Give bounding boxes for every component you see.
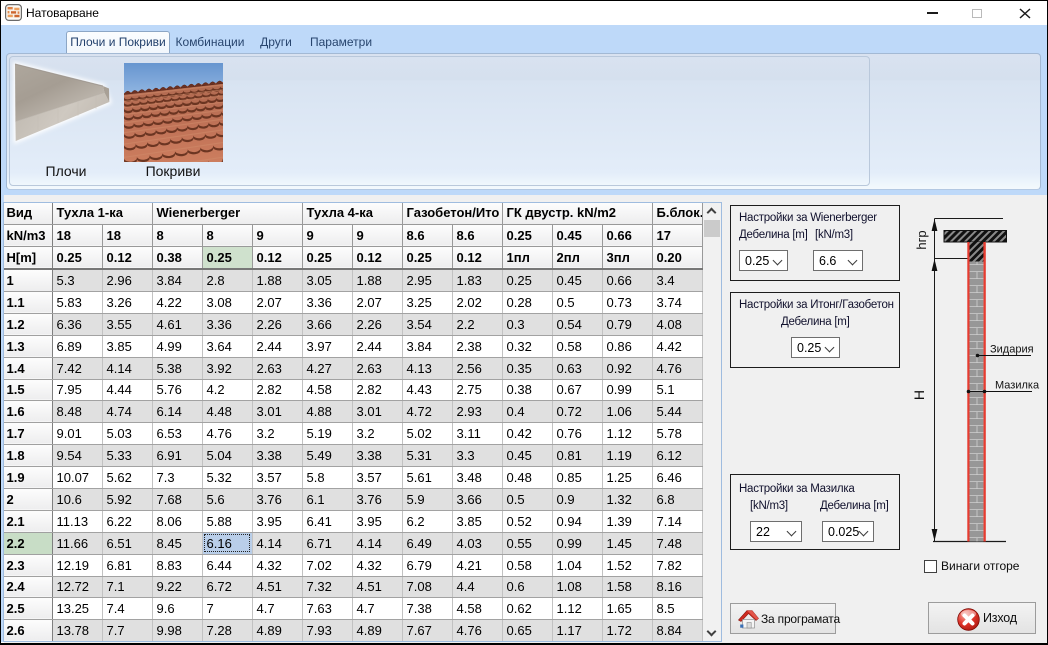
svg-text:Зидария: Зидария	[990, 344, 1034, 356]
svg-text:hгр: hгр	[914, 230, 929, 249]
svg-text:Мазилка: Мазилка	[995, 380, 1040, 392]
svg-text:H: H	[911, 390, 927, 400]
